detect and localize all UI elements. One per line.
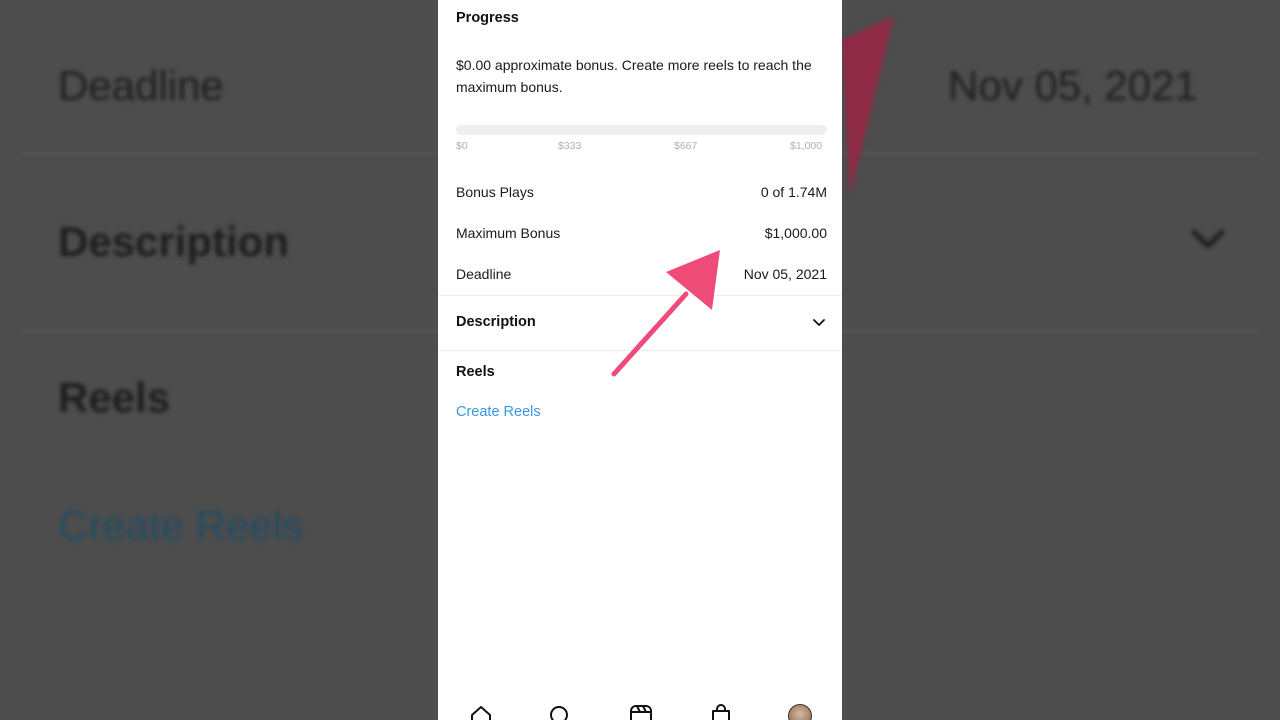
bg-reels-label: Reels — [58, 374, 171, 421]
maximum-bonus-value: $1,000.00 — [764, 225, 827, 241]
description-heading: Description — [456, 314, 536, 330]
progress-tick: $667 — [674, 140, 698, 152]
reels-icon[interactable] — [629, 704, 653, 720]
deadline-value: Nov 05, 2021 — [743, 266, 827, 282]
chevron-down-icon — [813, 319, 825, 326]
bg-description-label: Description — [58, 218, 290, 265]
avatar — [788, 704, 812, 720]
create-reels-link[interactable]: Create Reels — [456, 404, 541, 420]
profile-avatar[interactable] — [788, 704, 812, 720]
home-icon[interactable] — [469, 704, 493, 720]
progress-heading: Progress — [456, 10, 519, 26]
search-icon[interactable] — [548, 704, 572, 720]
bonus-plays-value: 0 of 1.74M — [760, 184, 827, 200]
bonus-plays-label: Bonus Plays — [456, 184, 534, 200]
bg-chevron-down-icon — [1191, 229, 1225, 249]
bg-deadline-label: Deadline — [58, 62, 224, 109]
bg-arrow-icon — [842, 16, 894, 196]
progress-tick: $1,000 — [790, 140, 823, 152]
maximum-bonus-label: Maximum Bonus — [456, 225, 561, 241]
annotation-arrow-icon — [611, 250, 720, 377]
bonus-message: $0.00 approximate bonus. Create more ree… — [456, 57, 812, 95]
progress-tick: $333 — [558, 140, 582, 152]
reels-heading: Reels — [456, 364, 495, 380]
progress-bar — [456, 125, 827, 135]
bottom-nav — [438, 698, 842, 720]
bg-create-reels: Create Reels — [58, 502, 304, 549]
progress-tick: $0 — [456, 140, 468, 152]
deadline-label: Deadline — [456, 266, 512, 282]
phone-screen: Progress $0.00 approximate bonus. Create… — [438, 0, 842, 720]
bg-deadline-value: Nov 05, 2021 — [948, 62, 1198, 109]
shop-icon[interactable] — [709, 704, 733, 720]
